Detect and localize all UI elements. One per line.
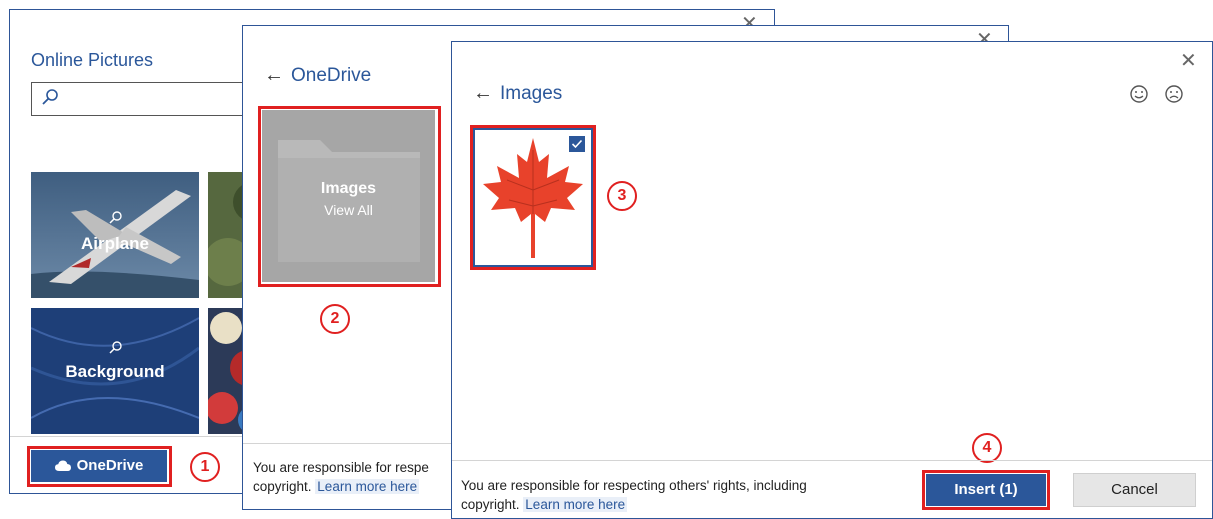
highlight-box	[258, 106, 441, 287]
tile-airplane[interactable]: Airplane	[31, 172, 199, 298]
search-icon	[42, 89, 58, 105]
frown-icon[interactable]	[1164, 84, 1184, 104]
back-arrow-icon[interactable]: ←	[473, 82, 493, 105]
learn-more-link[interactable]: Learn more here	[315, 479, 420, 494]
footer-note: You are responsible for respe copyright.…	[253, 458, 429, 496]
highlight-box	[470, 125, 596, 270]
callout-1: 1	[190, 452, 220, 482]
callout-3: 3	[607, 181, 637, 211]
footer-text: You are responsible for respe	[253, 460, 429, 475]
dialog-title: Images	[500, 83, 563, 104]
search-icon	[109, 211, 122, 224]
search-icon	[109, 341, 122, 354]
learn-more-link[interactable]: Learn more here	[523, 497, 628, 512]
footer-text: copyright.	[253, 479, 312, 494]
footer-text: copyright.	[461, 497, 520, 512]
images-dialog: ✕ ← Images 3 4 You are responsible for r…	[451, 41, 1213, 519]
tile-background[interactable]: Background	[31, 308, 199, 434]
close-icon[interactable]: ✕	[1180, 51, 1197, 71]
dialog-title: Online Pictures	[31, 50, 154, 70]
back-arrow-icon[interactable]: ←	[264, 64, 284, 87]
divider	[452, 460, 1212, 461]
highlight-box	[922, 470, 1050, 510]
dialog-title: OneDrive	[291, 65, 372, 86]
smile-icon[interactable]	[1129, 84, 1149, 104]
tile-label: Airplane	[80, 234, 150, 253]
footer-note: You are responsible for respecting other…	[461, 476, 807, 514]
footer-text: You are responsible for respecting other…	[461, 478, 807, 493]
cancel-button[interactable]: Cancel	[1073, 473, 1196, 507]
callout-4: 4	[972, 433, 1002, 463]
highlight-box	[27, 446, 172, 487]
callout-2: 2	[320, 304, 350, 334]
tile-label: Background	[65, 362, 165, 381]
